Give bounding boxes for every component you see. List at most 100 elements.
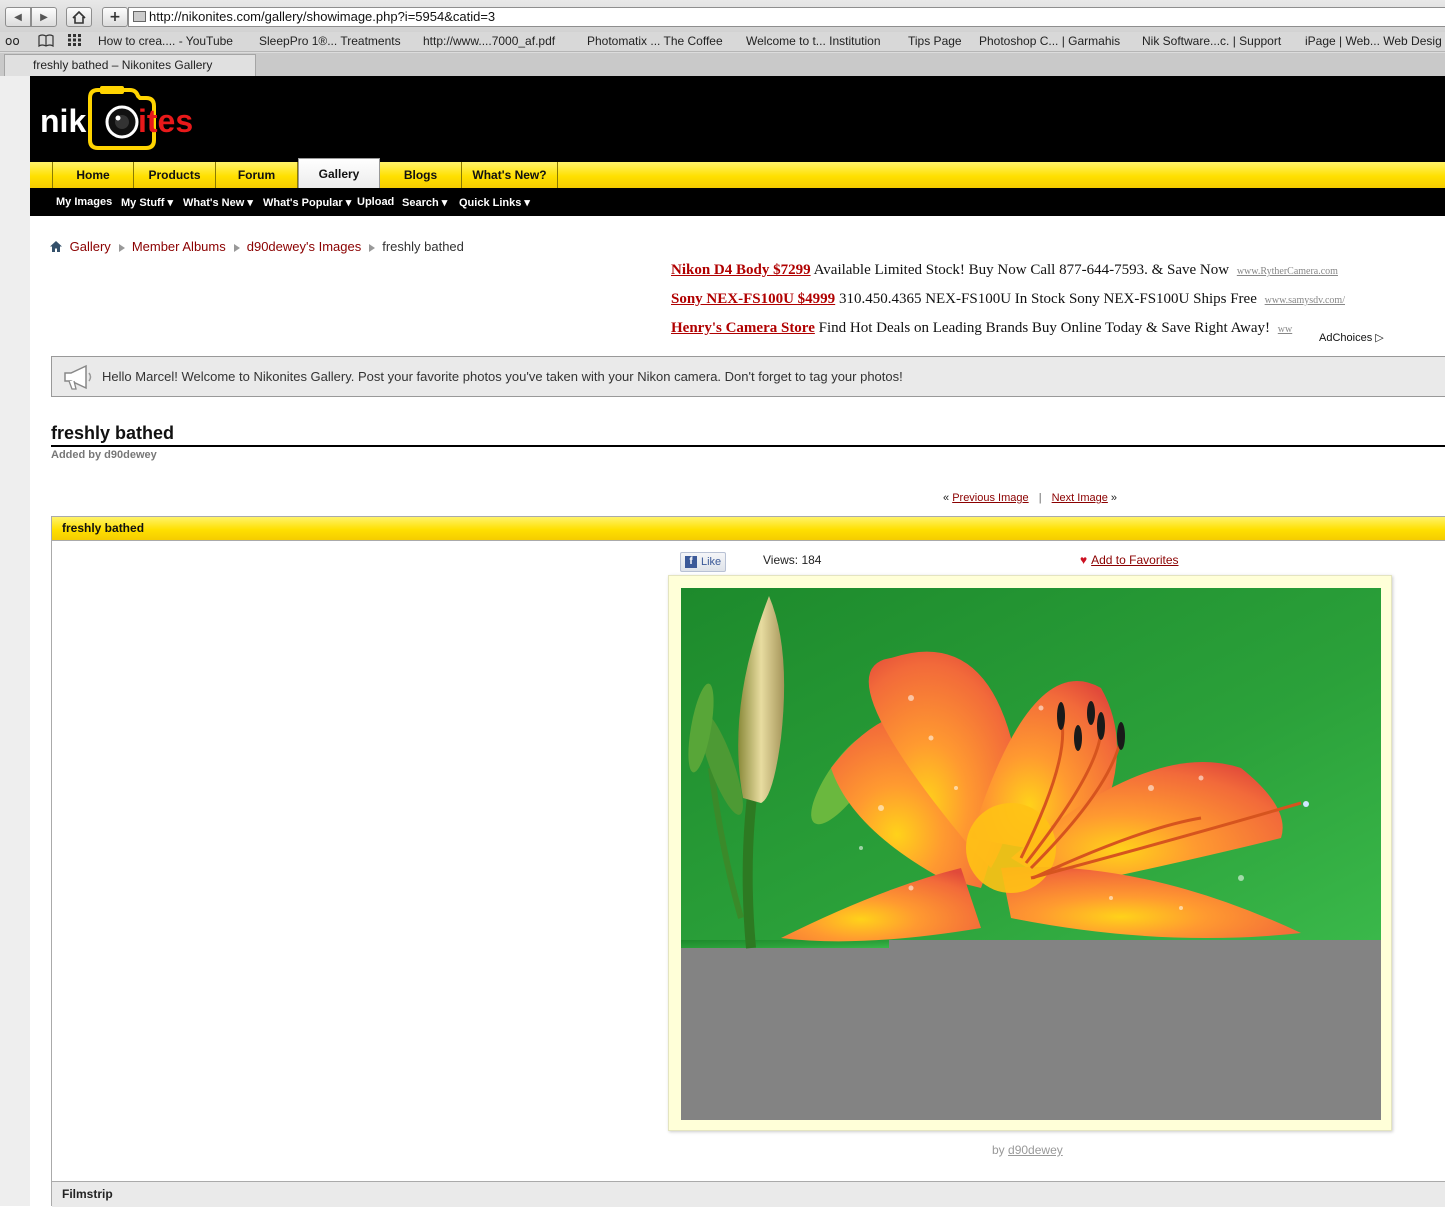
bookmark-2[interactable]: SleepPro 1®... Treatments bbox=[259, 34, 401, 48]
page-viewport: nik ites Home Products Forum Gallery Blo… bbox=[0, 76, 1445, 1207]
subnav-search-label: Search bbox=[402, 197, 439, 209]
tab-gallery[interactable]: Gallery bbox=[298, 158, 380, 188]
ad-row-2: Sony NEX-FS100U $4999 310.450.4365 NEX-F… bbox=[671, 291, 1345, 308]
ad-2-url[interactable]: www.samysdv.com/ bbox=[1265, 295, 1345, 306]
adchoices-icon: ▷ bbox=[1375, 332, 1384, 344]
home-icon[interactable] bbox=[66, 7, 92, 27]
ad-1-title[interactable]: Nikon D4 Body $7299 bbox=[671, 262, 811, 278]
breadcrumb-separator-icon bbox=[118, 243, 125, 252]
subnav-upload[interactable]: Upload bbox=[357, 196, 394, 208]
chevron-down-icon: ▾ bbox=[167, 197, 173, 209]
bookmark-5[interactable]: Welcome to t... Institution bbox=[746, 34, 881, 48]
bookmark-3[interactable]: http://www....7000_af.pdf bbox=[423, 34, 555, 48]
ad-3-url[interactable]: ww bbox=[1278, 324, 1292, 335]
back-icon[interactable]: ◀ bbox=[5, 7, 31, 27]
ad-row-3: Henry's Camera Store Find Hot Deals on L… bbox=[671, 320, 1292, 337]
chevron-down-icon: ▾ bbox=[247, 197, 253, 209]
browser-tab[interactable]: freshly bathed – Nikonites Gallery bbox=[4, 54, 256, 76]
add-bookmark-icon[interactable]: + bbox=[102, 7, 128, 27]
gallery-sub-nav: My Images My Stuff ▾ What's New ▾ What's… bbox=[30, 188, 1445, 216]
facebook-icon: f bbox=[685, 556, 697, 568]
megaphone-icon bbox=[62, 364, 94, 405]
previous-image-link[interactable]: Previous Image bbox=[952, 492, 1028, 504]
page-title: freshly bathed bbox=[51, 423, 175, 443]
subnav-whats-popular[interactable]: What's Popular ▾ bbox=[263, 196, 351, 209]
image-panel: freshly bathed f Like Views: 184 ♥ Add to… bbox=[51, 516, 1445, 1207]
image-pagination: « Previous Image | Next Image » bbox=[943, 492, 1117, 504]
adchoices-link[interactable]: AdChoices ▷ bbox=[1319, 331, 1384, 344]
browser-chrome: ◀ ▶ + http://nikonites.com/gallery/showi… bbox=[0, 0, 1445, 76]
subnav-my-images[interactable]: My Images bbox=[56, 196, 112, 208]
subnav-quick-links[interactable]: Quick Links ▾ bbox=[459, 196, 530, 209]
image-panel-title: freshly bathed bbox=[52, 517, 1445, 541]
tab-bar: freshly bathed – Nikonites Gallery bbox=[0, 53, 1445, 76]
subnav-quick-links-label: Quick Links bbox=[459, 197, 522, 209]
by-label: by bbox=[992, 1143, 1005, 1157]
tab-products[interactable]: Products bbox=[134, 162, 216, 188]
ad-1-text: Available Limited Stock! Buy Now Call 87… bbox=[813, 262, 1230, 278]
next-image-link[interactable]: Next Image bbox=[1052, 492, 1108, 504]
bookmarks-book-icon[interactable] bbox=[38, 34, 54, 50]
author-link[interactable]: d90dewey bbox=[1008, 1143, 1063, 1157]
tab-forum[interactable]: Forum bbox=[216, 162, 298, 188]
chevron-down-icon: ▾ bbox=[524, 197, 530, 209]
tab-whats-new[interactable]: What's New? bbox=[462, 162, 558, 188]
bookmarks-bar: oo How to crea.... - YouTube SleepPro 1®… bbox=[0, 32, 1445, 52]
welcome-notice: Hello Marcel! Welcome to Nikonites Galle… bbox=[51, 356, 1445, 397]
breadcrumb-gallery[interactable]: Gallery bbox=[70, 239, 111, 254]
photo-credit: by d90dewey bbox=[992, 1143, 1063, 1157]
bookmark-1[interactable]: How to crea.... - YouTube bbox=[98, 34, 233, 48]
nikonites-logo[interactable]: nik ites bbox=[40, 84, 210, 156]
facebook-like-button[interactable]: f Like bbox=[680, 552, 726, 572]
bookmark-6[interactable]: Tips Page bbox=[908, 34, 962, 48]
chevron-down-icon: ▾ bbox=[441, 197, 448, 209]
ad-3-title[interactable]: Henry's Camera Store bbox=[671, 320, 815, 336]
add-to-favorites[interactable]: ♥ Add to Favorites bbox=[1080, 553, 1179, 567]
breadcrumb-user-images[interactable]: d90dewey's Images bbox=[247, 239, 362, 254]
image-frame bbox=[668, 575, 1392, 1131]
pagination-separator: | bbox=[1038, 492, 1042, 504]
adchoices-label: AdChoices bbox=[1319, 332, 1373, 344]
reading-list-icon[interactable]: oo bbox=[5, 34, 20, 48]
bookmark-9[interactable]: iPage | Web... Web Desig bbox=[1305, 34, 1442, 48]
breadcrumb-current: freshly bathed bbox=[382, 239, 464, 254]
subnav-search[interactable]: Search ▾ bbox=[402, 196, 447, 209]
top-sites-grid-icon[interactable] bbox=[68, 34, 82, 49]
ad-2-title[interactable]: Sony NEX-FS100U $4999 bbox=[671, 291, 835, 307]
ad-1-url[interactable]: www.RytherCamera.com bbox=[1237, 266, 1338, 277]
subnav-my-stuff[interactable]: My Stuff ▾ bbox=[121, 196, 173, 209]
bookmark-7[interactable]: Photoshop C... | Garmahis bbox=[979, 34, 1120, 48]
logo-text-nik: nik bbox=[40, 103, 86, 139]
subnav-my-stuff-label: My Stuff bbox=[121, 197, 165, 209]
ad-row-1: Nikon D4 Body $7299 Available Limited St… bbox=[671, 262, 1338, 279]
lily-photo[interactable] bbox=[681, 588, 1381, 1120]
bookmark-8[interactable]: Nik Software...c. | Support bbox=[1142, 34, 1281, 48]
bookmark-4[interactable]: Photomatix ... The Coffee bbox=[587, 34, 723, 48]
like-label: Like bbox=[701, 556, 722, 568]
subnav-whats-new-label: What's New bbox=[183, 197, 245, 209]
heart-icon: ♥ bbox=[1080, 553, 1088, 567]
ad-3-text: Find Hot Deals on Leading Brands Buy Onl… bbox=[818, 320, 1271, 336]
main-nav-tabs: Home Products Forum Gallery Blogs What's… bbox=[30, 158, 1445, 188]
add-to-favorites-link[interactable]: Add to Favorites bbox=[1091, 553, 1178, 567]
tab-home[interactable]: Home bbox=[52, 162, 134, 188]
browser-toolbar: ◀ ▶ + http://nikonites.com/gallery/showi… bbox=[0, 0, 1445, 32]
added-by: Added by d90dewey bbox=[51, 449, 157, 461]
ad-2-text: 310.450.4365 NEX-FS100U In Stock Sony NE… bbox=[838, 291, 1257, 307]
double-right-icon: » bbox=[1110, 492, 1118, 504]
site-header: nik ites bbox=[30, 76, 1445, 162]
view-count: Views: 184 bbox=[763, 553, 822, 567]
breadcrumb-separator-icon bbox=[369, 243, 376, 252]
tab-blogs[interactable]: Blogs bbox=[380, 162, 462, 188]
breadcrumb-member-albums[interactable]: Member Albums bbox=[132, 239, 226, 254]
site-container: nik ites Home Products Forum Gallery Blo… bbox=[30, 76, 1445, 1207]
favicon-icon bbox=[133, 11, 146, 22]
title-divider bbox=[51, 445, 1445, 447]
logo-text-ites: ites bbox=[138, 103, 193, 139]
home-icon[interactable] bbox=[50, 240, 62, 255]
breadcrumb-separator-icon bbox=[233, 243, 240, 252]
double-left-icon: « bbox=[943, 492, 950, 504]
subnav-whats-new[interactable]: What's New ▾ bbox=[183, 196, 253, 209]
forward-icon[interactable]: ▶ bbox=[31, 7, 57, 27]
address-bar[interactable]: http://nikonites.com/gallery/showimage.p… bbox=[128, 7, 1445, 27]
